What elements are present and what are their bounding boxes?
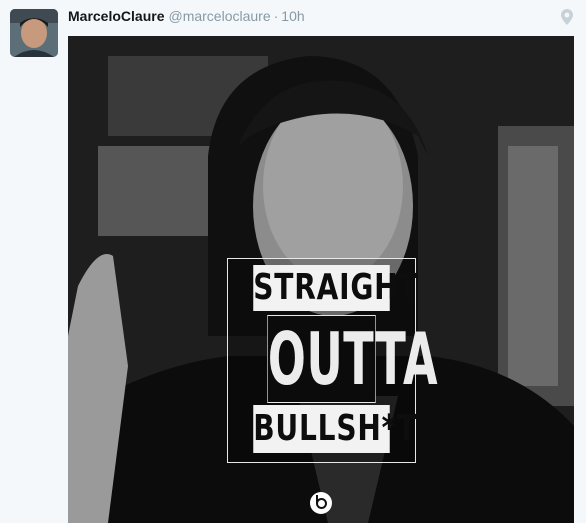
location-pin-icon[interactable] [561, 9, 573, 25]
avatar-image [10, 9, 58, 57]
poster-line-outta: OUTTA [267, 315, 439, 403]
poster-line-straight: STRAIGHT [253, 265, 418, 311]
separator-dot: · [273, 8, 279, 24]
tweet-header: MarceloClaure @marceloclaure · 10h [68, 8, 576, 28]
beats-logo-icon [310, 492, 332, 514]
timestamp[interactable]: 10h [281, 8, 304, 24]
poster-line-bullsht: BULLSH*T [253, 405, 416, 453]
tweet-photo[interactable]: STRAIGHT OUTTA BULLSH*T [68, 36, 574, 523]
avatar[interactable] [10, 9, 58, 57]
display-name[interactable]: MarceloClaure [68, 8, 164, 24]
poster-overlay: STRAIGHT OUTTA BULLSH*T [227, 258, 439, 463]
user-handle[interactable]: @marceloclaure [168, 8, 270, 24]
